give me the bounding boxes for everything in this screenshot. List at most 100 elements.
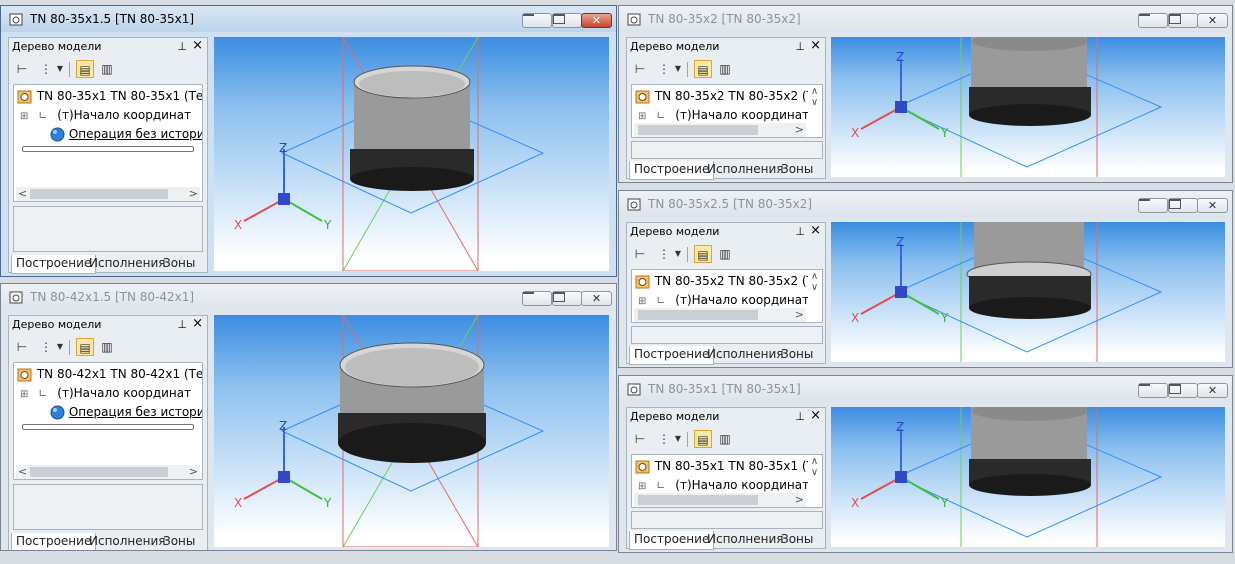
tab-versions[interactable]: Исполнения [85,533,170,550]
panel-close-icon[interactable]: × [192,38,203,53]
document-view-icon[interactable]: ▤ [76,338,94,356]
close-button[interactable]: ✕ [1197,198,1228,213]
document-list-icon[interactable]: ▥ [716,245,734,263]
tree-root-item[interactable]: TN 80-35x2 TN 80-35x2 (Те [635,272,821,291]
expand-icon[interactable]: ⊞ [20,111,28,122]
title-bar[interactable]: TN 80-42x1.5 [TN 80-42x1] ✕ [1,284,616,310]
dropdown-arrow-icon[interactable]: ▼ [673,245,683,263]
3d-viewport[interactable]: Z X Y [831,37,1225,177]
panel-close-icon[interactable]: × [810,408,821,423]
scroll-up-icon[interactable]: ∧ [808,456,821,467]
scroll-down-icon[interactable]: ∨ [808,97,821,108]
tree-structure-icon[interactable]: ⊢ [631,245,649,263]
panel-close-icon[interactable]: × [810,223,821,238]
tree-horizontal-scrollbar[interactable]: < > [16,465,200,479]
tree-root-item[interactable]: TN 80-35x1 TN 80-35x1 (Те [635,457,821,476]
tree-structure-icon[interactable]: ⊢ [13,60,31,78]
minimize-button[interactable] [522,13,552,28]
tree-structure-icon[interactable]: ⊢ [13,338,31,356]
tab-zones[interactable]: Зоны [777,161,817,179]
tab-build[interactable]: Построение [11,533,97,550]
scroll-thumb[interactable] [638,125,758,135]
tree-horizontal-scrollbar[interactable]: > [634,308,806,322]
tree-item-origin[interactable]: ⊞ ∟ (т)Начало координат [20,384,191,403]
maximize-button[interactable] [1168,198,1198,213]
tree-item-operation[interactable]: Операция без истории:1 [50,403,202,422]
scroll-down-icon[interactable]: ∨ [808,282,821,293]
document-view-icon[interactable]: ▤ [694,60,712,78]
minimize-button[interactable] [1138,383,1168,398]
dropdown-arrow-icon[interactable]: ▼ [673,60,683,78]
document-list-icon[interactable]: ▥ [98,60,116,78]
scroll-up-icon[interactable]: ∧ [808,271,821,282]
tab-zones[interactable]: Зоны [777,346,817,364]
tab-build[interactable]: Построение [629,531,715,550]
close-button[interactable]: ✕ [1197,383,1228,398]
scroll-down-icon[interactable]: ∨ [808,467,821,478]
scroll-right-icon[interactable]: > [795,123,804,136]
tree-root-item[interactable]: TN 80-35x2 TN 80-35x2 (Те [635,87,821,106]
3d-viewport[interactable]: Z X Y [214,315,609,547]
tab-build[interactable]: Построение [11,255,97,274]
dropdown-arrow-icon[interactable]: ▼ [673,430,683,448]
title-bar[interactable]: TN 80-35x2.5 [TN 80-35x2] ✕ [619,191,1232,217]
pin-icon[interactable]: ⊥ [177,40,187,53]
expand-icon[interactable]: ⊞ [638,481,646,492]
tree-root-item[interactable]: TN 80-42x1 TN 80-42x1 (Тел-1 [17,365,202,384]
tree-filter-icon[interactable]: ⋮ [37,60,55,78]
tab-build[interactable]: Построение [629,161,715,180]
document-view-icon[interactable]: ▤ [76,60,94,78]
document-list-icon[interactable]: ▥ [716,430,734,448]
tree-item-origin[interactable]: ⊞ ∟ (т)Начало координат [20,106,191,125]
tree-filter-icon[interactable]: ⋮ [655,245,673,263]
pin-icon[interactable]: ⊥ [177,318,187,331]
dropdown-arrow-icon[interactable]: ▼ [55,338,65,356]
dropdown-arrow-icon[interactable]: ▼ [55,60,65,78]
document-window-4[interactable]: TN 80-35x2.5 [TN 80-35x2] ✕ Дерево модел… [618,190,1233,368]
scroll-right-icon[interactable]: > [189,465,198,478]
close-button[interactable]: ✕ [581,13,612,28]
scroll-right-icon[interactable]: > [189,187,198,200]
document-view-icon[interactable]: ▤ [694,430,712,448]
document-window-5[interactable]: TN 80-35x1 [TN 80-35x1] ✕ Дерево модели … [618,375,1233,553]
document-list-icon[interactable]: ▥ [716,60,734,78]
tree-item-operation[interactable]: Операция без истории:1 [50,125,202,144]
tree-vertical-scrollbar[interactable]: ∧ ∨ [808,86,821,122]
panel-close-icon[interactable]: × [810,38,821,53]
minimize-button[interactable] [1138,13,1168,28]
tab-zones[interactable]: Зоны [159,255,199,273]
maximize-button[interactable] [552,291,582,306]
scroll-thumb[interactable] [30,467,168,477]
tab-zones[interactable]: Зоны [159,533,199,550]
minimize-button[interactable] [522,291,552,306]
document-window-2[interactable]: TN 80-42x1.5 [TN 80-42x1] ✕ Дерево модел… [0,283,617,551]
minimize-button[interactable] [1138,198,1168,213]
tree-vertical-scrollbar[interactable]: ∧ ∨ [808,271,821,307]
pin-icon[interactable]: ⊥ [795,410,805,423]
scroll-left-icon[interactable]: < [18,465,27,478]
scroll-thumb[interactable] [638,310,758,320]
document-view-icon[interactable]: ▤ [694,245,712,263]
scroll-right-icon[interactable]: > [795,493,804,506]
tab-versions[interactable]: Исполнения [85,255,170,273]
tree-vertical-scrollbar[interactable]: ∧ ∨ [808,456,821,492]
expand-icon[interactable]: ⊞ [638,296,646,307]
scroll-thumb[interactable] [638,495,758,505]
tab-zones[interactable]: Зоны [777,531,817,549]
scroll-right-icon[interactable]: > [795,308,804,321]
maximize-button[interactable] [1168,383,1198,398]
document-list-icon[interactable]: ▥ [98,338,116,356]
tab-versions[interactable]: Исполнения [703,346,788,364]
3d-viewport[interactable]: Z X Y [831,407,1225,547]
document-window-3[interactable]: TN 80-35x2 [TN 80-35x2] ✕ Дерево модели … [618,5,1233,183]
tree-filter-icon[interactable]: ⋮ [37,338,55,356]
3d-viewport[interactable]: Z X Y [214,37,609,271]
tab-versions[interactable]: Исполнения [703,531,788,549]
pin-icon[interactable]: ⊥ [795,40,805,53]
title-bar[interactable]: TN 80-35x2 [TN 80-35x2] ✕ [619,6,1232,32]
tree-horizontal-scrollbar[interactable]: > [634,123,806,137]
tree-structure-icon[interactable]: ⊢ [631,430,649,448]
pin-icon[interactable]: ⊥ [795,225,805,238]
expand-icon[interactable]: ⊞ [20,389,28,400]
close-button[interactable]: ✕ [1197,13,1228,28]
